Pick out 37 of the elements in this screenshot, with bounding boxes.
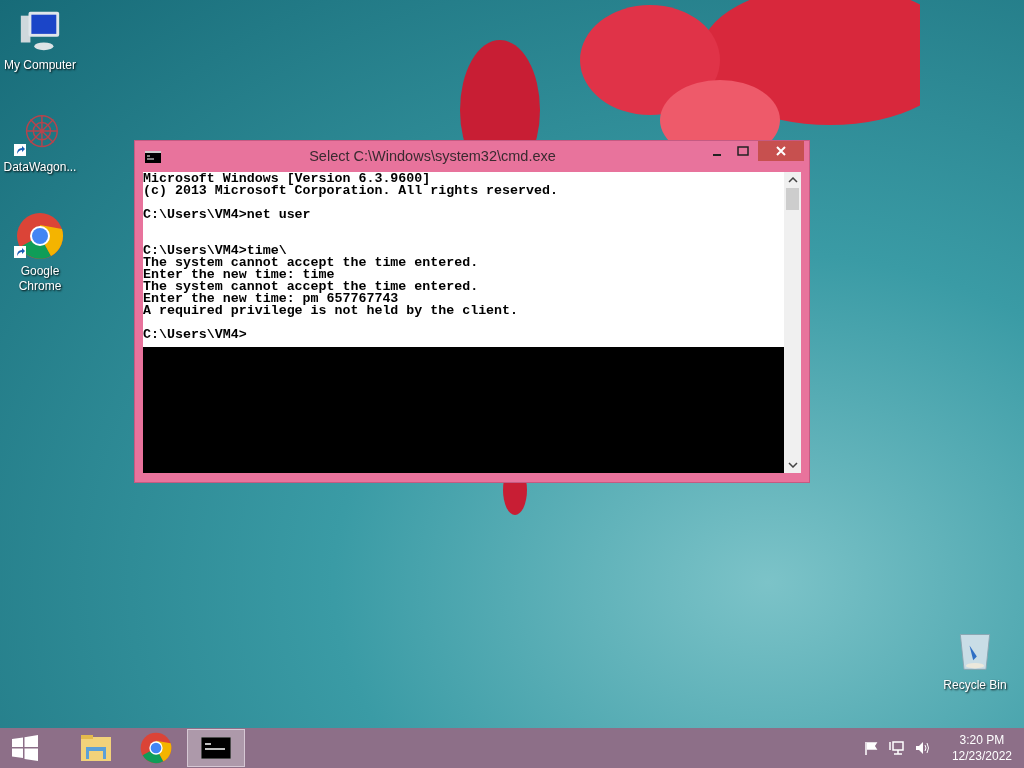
console-icon <box>201 737 231 759</box>
scroll-thumb[interactable] <box>786 188 799 210</box>
desktop-shortcut-label: DataWagon... <box>2 160 78 175</box>
taskbar-app-button[interactable] <box>187 729 245 767</box>
console-icon <box>145 151 161 163</box>
clock-date: 12/23/2022 <box>951 748 1012 764</box>
console-line: Enter the new time: time <box>143 269 336 281</box>
close-button[interactable] <box>758 141 804 161</box>
speaker-icon[interactable] <box>913 740 930 756</box>
console-line: Enter the new time: pm 657767743 <box>143 293 400 305</box>
desktop-shortcut[interactable]: Recycle Bin <box>935 628 1015 693</box>
console-line: (c) 2013 Microsoft Corporation. All rights reserved. <box>143 185 559 197</box>
folder-icon <box>80 733 112 763</box>
scrollbar[interactable] <box>784 172 801 473</box>
chrome-icon <box>140 732 172 764</box>
console-line: C:\Users\VM4>time\ <box>143 245 287 257</box>
console-line: The system cannot accept the time entered. <box>143 281 480 293</box>
windows-logo-icon[interactable] <box>12 735 38 761</box>
chrome-icon <box>16 212 64 260</box>
desktop-shortcut[interactable]: DataWagon... <box>0 110 80 175</box>
desktop-shortcut-label: My Computer <box>3 58 77 73</box>
network-icon[interactable] <box>887 740 904 756</box>
console-line: C:\Users\VM4> <box>143 329 248 341</box>
clock-time: 3:20 PM <box>959 732 1005 748</box>
desktop-shortcut-label: Recycle Bin <box>942 678 1008 693</box>
console-line: C:\Users\VM4>net user <box>143 209 312 221</box>
console-line: Microsoft Windows [Version 6.3.9600] <box>143 173 431 185</box>
scroll-down-icon[interactable] <box>787 462 798 468</box>
desktop-shortcut[interactable]: My Computer <box>0 8 80 73</box>
desktop-shortcut-label: Google Chrome <box>17 264 63 294</box>
console-line: A required privilege is not held by the client. <box>143 305 520 317</box>
flag-icon[interactable] <box>863 741 878 755</box>
taskbar-clock[interactable]: 3:20 PM 12/23/2022 <box>951 732 1012 764</box>
scroll-up-icon[interactable] <box>787 177 798 183</box>
desktop-shortcut[interactable]: Google Chrome <box>0 212 80 294</box>
window-title: Select C:\Windows\system32\cmd.exe <box>308 148 557 164</box>
console-line: The system cannot accept the time entered. <box>143 257 480 269</box>
